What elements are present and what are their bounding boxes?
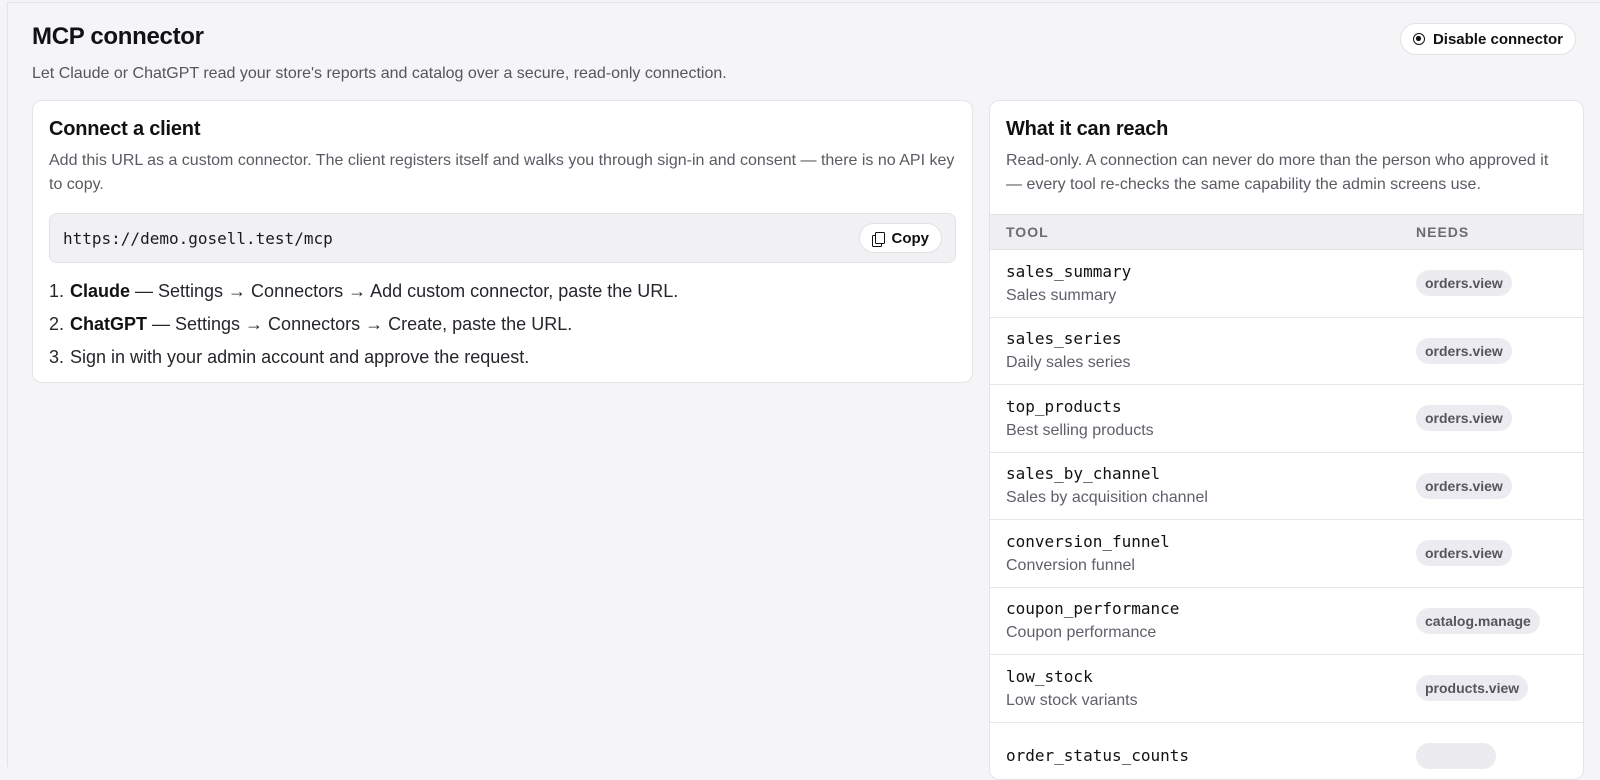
capability-badge: orders.view xyxy=(1416,473,1512,499)
stop-circle-icon xyxy=(1413,33,1425,45)
capability-badge: orders.view xyxy=(1416,338,1512,364)
connector-url[interactable]: https://demo.gosell.test/mcp xyxy=(63,229,333,248)
step-text: — Settings → Connectors → Add custom con… xyxy=(130,281,678,301)
page-title: MCP connector xyxy=(32,23,1576,51)
table-row: sales_series Daily sales seriesorders.vie… xyxy=(990,318,1583,386)
setup-steps: 1. Claude — Settings → Connectors → Add … xyxy=(49,279,956,369)
capability-badge xyxy=(1416,743,1496,769)
capability-badge: orders.view xyxy=(1416,540,1512,566)
step-text: — Settings → Connectors → Create, paste … xyxy=(147,314,572,334)
tool-description: Coupon performance xyxy=(1006,624,1416,642)
tool-cell: coupon_performance Coupon performance xyxy=(1006,599,1416,642)
connector-url-box: https://demo.gosell.test/mcp Copy xyxy=(49,213,956,263)
table-row: conversion_funnel Conversion funnelorders… xyxy=(990,520,1583,588)
connect-client-title: Connect a client xyxy=(49,118,956,141)
connect-client-card: Connect a client Add this URL as a custo… xyxy=(32,100,973,383)
table-row: order_status_counts xyxy=(990,723,1583,780)
disable-connector-button[interactable]: Disable connector xyxy=(1400,23,1576,55)
setup-step: 1. Claude — Settings → Connectors → Add … xyxy=(49,279,956,303)
capability-badge: products.view xyxy=(1416,675,1528,701)
needs-cell: orders.view xyxy=(1416,473,1512,499)
step-client-name: ChatGPT xyxy=(70,314,147,334)
tool-name: sales_summary xyxy=(1006,262,1416,281)
tool-cell: sales_series Daily sales series xyxy=(1006,329,1416,372)
needs-cell: products.view xyxy=(1416,675,1528,701)
tool-cell: conversion_funnel Conversion funnel xyxy=(1006,532,1416,575)
copy-url-button[interactable]: Copy xyxy=(859,223,943,253)
tool-cell: top_products Best selling products xyxy=(1006,397,1416,440)
tool-name: order_status_counts xyxy=(1006,746,1416,765)
capability-badge: catalog.manage xyxy=(1416,608,1540,634)
tool-cell: sales_by_channel Sales by acquisition cha… xyxy=(1006,464,1416,507)
page-subtitle: Let Claude or ChatGPT read your store's … xyxy=(32,65,1576,83)
needs-cell: orders.view xyxy=(1416,405,1512,431)
tool-name: sales_series xyxy=(1006,329,1416,348)
connect-client-description: Add this URL as a custom connector. The … xyxy=(49,149,956,197)
needs-cell: catalog.manage xyxy=(1416,608,1540,634)
disable-connector-label: Disable connector xyxy=(1433,31,1563,48)
step-number: 2. xyxy=(49,312,70,336)
needs-cell xyxy=(1416,743,1496,769)
tools-table-header: TOOL NEEDS xyxy=(990,214,1583,250)
tool-description: Sales by acquisition channel xyxy=(1006,489,1416,507)
needs-cell: orders.view xyxy=(1416,270,1512,296)
step-number: 3. xyxy=(49,345,70,369)
copy-label: Copy xyxy=(892,230,930,247)
step-client-name: Claude xyxy=(70,281,130,301)
table-row: low_stock Low stock variantsproducts.view xyxy=(990,655,1583,723)
tool-description: Sales summary xyxy=(1006,287,1416,305)
tool-description: Daily sales series xyxy=(1006,354,1416,372)
step-number: 1. xyxy=(49,279,70,303)
tool-description: Conversion funnel xyxy=(1006,557,1416,575)
tools-table-body: sales_summarySales summaryorders.viewsal… xyxy=(990,250,1583,780)
tool-name: conversion_funnel xyxy=(1006,532,1416,551)
tool-cell: sales_summary Sales summary xyxy=(1006,262,1416,305)
tool-name: sales_by_channel xyxy=(1006,464,1416,483)
column-header-needs: NEEDS xyxy=(1416,224,1469,240)
tool-access-title: What it can reach xyxy=(1006,118,1567,141)
app-frame: MCP connector Let Claude or ChatGPT read… xyxy=(7,2,1600,767)
tool-cell: order_status_counts xyxy=(1006,746,1416,765)
table-row: coupon_performance Coupon performancecata… xyxy=(990,588,1583,656)
table-row: top_products Best selling productsorders.… xyxy=(990,385,1583,453)
tool-description: Low stock variants xyxy=(1006,692,1416,710)
tool-name: coupon_performance xyxy=(1006,599,1416,618)
tool-cell: low_stock Low stock variants xyxy=(1006,667,1416,710)
page-header: MCP connector Let Claude or ChatGPT read… xyxy=(32,23,1576,83)
capability-badge: orders.view xyxy=(1416,270,1512,296)
table-row: sales_summary Sales summaryorders.view xyxy=(990,250,1583,318)
tool-description: Best selling products xyxy=(1006,422,1416,440)
step-text: Sign in with your admin account and appr… xyxy=(70,347,529,367)
tool-name: low_stock xyxy=(1006,667,1416,686)
needs-cell: orders.view xyxy=(1416,338,1512,364)
tool-access-description: Read-only. A connection can never do mor… xyxy=(1006,149,1567,197)
needs-cell: orders.view xyxy=(1416,540,1512,566)
table-row: sales_by_channel Sales by acquisition cha… xyxy=(990,453,1583,521)
tool-name: top_products xyxy=(1006,397,1416,416)
setup-step: 2. ChatGPT — Settings → Connectors → Cre… xyxy=(49,312,956,336)
setup-step: 3. Sign in with your admin account and a… xyxy=(49,345,956,369)
tool-access-card: What it can reach Read-only. A connectio… xyxy=(989,100,1584,780)
column-header-tool: TOOL xyxy=(1006,224,1416,240)
capability-badge: orders.view xyxy=(1416,405,1512,431)
copy-icon xyxy=(872,232,884,245)
